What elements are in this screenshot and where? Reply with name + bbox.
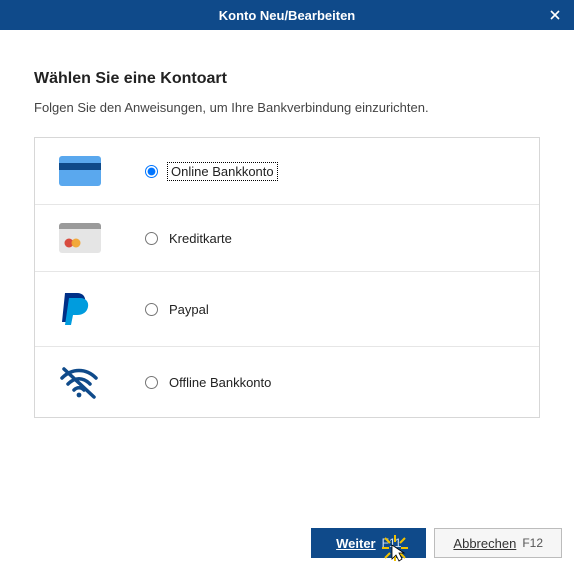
option-credit-card-label: Kreditkarte [169, 231, 232, 246]
option-online-bank-label: Online Bankkonto [169, 164, 276, 179]
option-offline-bank-radio[interactable] [145, 376, 158, 389]
page-subtitle: Folgen Sie den Anweisungen, um Ihre Bank… [34, 100, 540, 115]
dialog-content: Wählen Sie eine Kontoart Folgen Sie den … [0, 30, 574, 426]
cancel-button[interactable]: Abbrechen F12 [434, 528, 562, 558]
account-type-options: Online Bankkonto Kre [34, 137, 540, 418]
dialog-footer: Weiter F11 Abbrechen F12 [0, 520, 574, 566]
option-offline-bank[interactable]: Offline Bankkonto [35, 347, 539, 417]
option-credit-card[interactable]: Kreditkarte [35, 205, 539, 272]
next-button-shortcut: F11 [382, 536, 402, 550]
close-icon [550, 10, 560, 20]
option-paypal-radio[interactable] [145, 303, 158, 316]
option-offline-bank-label: Offline Bankkonto [169, 375, 271, 390]
wifi-off-icon [59, 365, 99, 399]
cancel-button-label: Abbrechen [453, 536, 516, 551]
option-credit-card-radio[interactable] [145, 232, 158, 245]
paypal-icon [59, 290, 93, 328]
titlebar: Konto Neu/Bearbeiten [0, 0, 574, 30]
page-title: Wählen Sie eine Kontoart [34, 70, 540, 88]
cancel-button-shortcut: F12 [522, 536, 543, 550]
window-title: Konto Neu/Bearbeiten [219, 8, 356, 23]
option-online-bank[interactable]: Online Bankkonto [35, 138, 539, 205]
option-online-bank-radio[interactable] [145, 165, 158, 178]
option-paypal[interactable]: Paypal [35, 272, 539, 347]
option-paypal-label: Paypal [169, 302, 209, 317]
bank-card-icon [59, 156, 101, 186]
next-button-label: Weiter [336, 536, 376, 551]
next-button[interactable]: Weiter F11 [311, 528, 426, 558]
close-button[interactable] [536, 0, 574, 30]
credit-card-icon [59, 223, 101, 253]
